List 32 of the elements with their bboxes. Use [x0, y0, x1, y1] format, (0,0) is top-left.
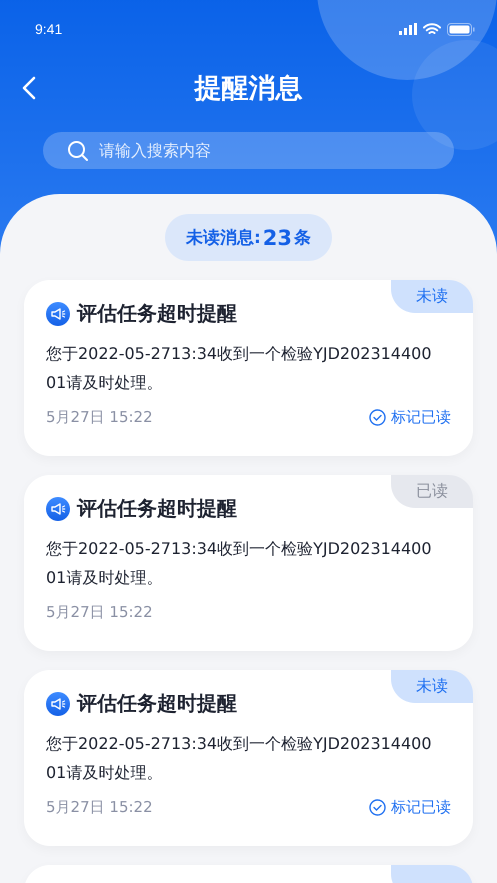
message-time: 5月27日 15:22: [46, 603, 153, 622]
message-body: 您于2022-05-2713:34收到一个检验YJD20231440001请及时处理。: [46, 343, 433, 394]
back-icon[interactable]: [22, 76, 36, 100]
message-title: 评估任务超时提醒: [77, 690, 237, 717]
megaphone-icon: [46, 692, 70, 716]
megaphone-icon: [46, 496, 70, 520]
megaphone-icon: [46, 302, 70, 326]
read-status-tag: 未读: [391, 280, 473, 313]
check-circle-icon: [369, 409, 386, 426]
message-card[interactable]: 未读 评估任务超时提醒 您于2022-05-2713:34收到一个检验YJD20231440001请及时处理。 5月27日 15:22 标记已读: [24, 280, 473, 456]
message-card[interactable]: 已读 评估任务超时提醒 您于2022-05-2713:34收到一个检验YJD20231440001请及时处理。 5月27日 15:22: [24, 475, 473, 651]
check-circle-icon: [369, 799, 386, 816]
message-title: 评估任务超时提醒: [77, 495, 237, 522]
status-time: 9:41: [35, 21, 62, 37]
message-body: 您于2022-05-2713:34收到一个检验YJD20231440001请及时处理。: [46, 538, 433, 589]
battery-icon: [447, 22, 475, 36]
wifi-icon: [423, 22, 441, 36]
mark-read-button[interactable]: 标记已读: [369, 408, 451, 427]
read-status-tag: 未读: [391, 670, 473, 703]
read-status-tag: 已读: [391, 475, 473, 508]
message-title: 评估任务超时提醒: [77, 300, 237, 327]
search-icon: [67, 140, 89, 162]
message-body: 您于2022-05-2713:34收到一个检验YJD20231440001请及时处理。: [46, 733, 433, 784]
unread-count: 23: [262, 226, 292, 250]
signal-icon: [399, 23, 417, 35]
mark-read-button[interactable]: 标记已读: [369, 798, 451, 817]
unread-unit: 条: [294, 227, 312, 249]
unread-label: 未读消息:: [186, 227, 261, 249]
message-card[interactable]: 未读 评估任务超时提醒 您于2022-05-2713:34收到一个检验YJD20231440001请及时处理。 5月27日 15:22 标记已读: [24, 670, 473, 846]
message-time: 5月27日 15:22: [46, 798, 153, 817]
page-title: 提醒消息: [194, 72, 302, 106]
message-time: 5月27日 15:22: [46, 408, 153, 427]
